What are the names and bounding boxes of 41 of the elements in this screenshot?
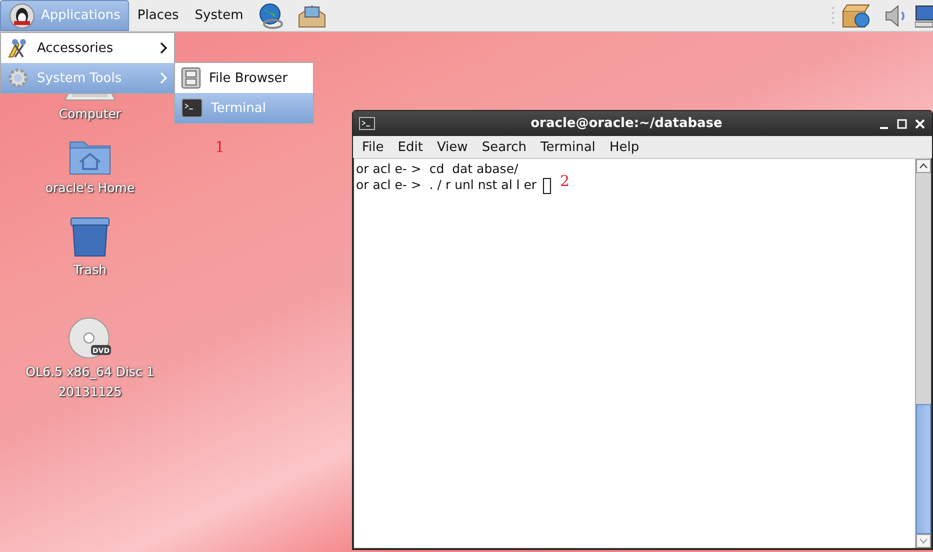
- maximize-icon[interactable]: [896, 118, 908, 130]
- envelope-icon[interactable]: [297, 2, 328, 28]
- menu-item[interactable]: File Browser: [175, 63, 313, 93]
- terminal-icon: [359, 117, 375, 130]
- menu-bar-item[interactable]: Terminal: [534, 140, 602, 154]
- chevron-right-icon: [160, 42, 168, 54]
- terminal-icon: [181, 98, 203, 118]
- icon-label: oracle's Home: [45, 180, 135, 196]
- menu-bar-item[interactable]: Search: [476, 140, 532, 154]
- package-icon[interactable]: [841, 2, 871, 28]
- penguin-logo-icon: [9, 2, 35, 28]
- close-icon[interactable]: [914, 118, 926, 130]
- icon-label: 20131125: [58, 384, 122, 400]
- icon-label: Computer: [58, 106, 122, 122]
- scroll-down-icon[interactable]: [916, 534, 931, 548]
- drag-handle-icon[interactable]: [831, 6, 835, 26]
- globe-icon[interactable]: [257, 2, 286, 30]
- annotation-number: 2: [560, 172, 570, 190]
- trash-icon: [68, 216, 112, 258]
- terminal-line: or acl e- > . / r unl nst al l er: [356, 177, 537, 192]
- network-computer-icon[interactable]: [915, 2, 933, 28]
- scroll-thumb[interactable]: [916, 404, 931, 534]
- menu-bar-item[interactable]: File: [356, 140, 390, 154]
- tools-icon: [7, 37, 29, 59]
- panel-menu[interactable]: System: [186, 0, 252, 31]
- panel-menu[interactable]: Places: [129, 0, 187, 31]
- menu-bar-item[interactable]: Edit: [392, 140, 429, 154]
- text-cursor: [542, 178, 551, 194]
- scrollbar[interactable]: [915, 159, 931, 548]
- window-title: oracle@oracle:~/database: [530, 116, 724, 131]
- icon-label: Trash: [73, 262, 107, 278]
- file-cabinet-icon: [181, 67, 201, 89]
- terminal-line: or acl e- > cd dat abase/: [356, 161, 518, 176]
- chevron-right-icon: [160, 72, 168, 84]
- menu-bar-item[interactable]: View: [430, 140, 474, 154]
- menu-item[interactable]: Accessories: [1, 33, 174, 63]
- gear-icon: [7, 67, 29, 89]
- scroll-up-icon[interactable]: [916, 159, 931, 173]
- menu-bar-item[interactable]: Help: [603, 140, 646, 154]
- annotation-number: 1: [215, 138, 225, 156]
- icon-label: OL6.5 x86_64 Disc 1: [26, 364, 154, 380]
